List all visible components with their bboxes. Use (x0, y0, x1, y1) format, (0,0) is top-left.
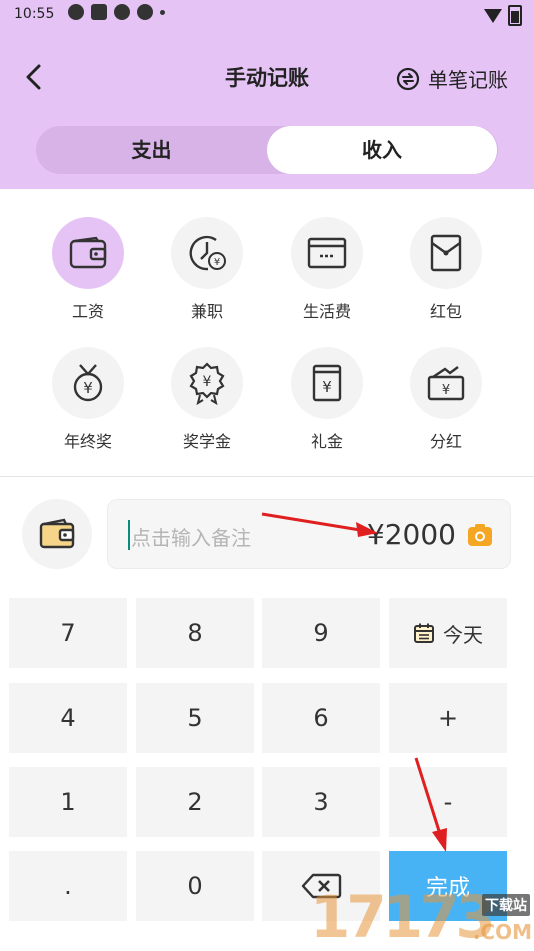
clock-yen-icon: ¥ (189, 235, 226, 271)
wallet-icon (69, 236, 107, 269)
category-label: 奖学金 (182, 432, 231, 451)
account-select-button[interactable] (22, 499, 92, 569)
watermark-number: 17173 (310, 883, 496, 951)
watermark-logo: 17173 下载站 .COM (310, 884, 534, 950)
key-4[interactable]: 4 (9, 683, 127, 753)
category-scholarship[interactable]: ¥ 奖学金 (157, 347, 257, 452)
app-notification-icon (137, 4, 153, 20)
key-8[interactable]: 8 (136, 598, 254, 668)
calendar-icon (414, 623, 434, 643)
key-plus[interactable]: + (389, 683, 507, 753)
single-entry-button[interactable]: 单笔记账 (396, 64, 508, 93)
key-5[interactable]: 5 (136, 683, 254, 753)
key-9[interactable]: 9 (262, 598, 380, 668)
category-label: 工资 (71, 302, 104, 321)
status-time: 10:55 (14, 6, 55, 22)
key-6[interactable]: 6 (262, 683, 380, 753)
category-salary[interactable]: 工资 (38, 217, 138, 322)
amount-display: ¥2000 (366, 518, 456, 551)
status-bar: 10:55 (0, 0, 534, 30)
app-notification-icon (114, 4, 130, 20)
tab-expense[interactable]: 支出 (36, 126, 267, 174)
header-area: 10:55 手动记账 单笔记账 支出 收入 (0, 0, 534, 189)
more-notifications-icon (160, 9, 165, 15)
category-label: 礼金 (310, 432, 343, 451)
key-1[interactable]: 1 (9, 767, 127, 837)
text-cursor (128, 520, 130, 550)
category-dividend[interactable]: ¥ 分红 (396, 347, 496, 452)
app-notification-icon (91, 4, 107, 20)
category-red-envelope[interactable]: 红包 (396, 217, 496, 322)
wifi-icon (484, 8, 502, 23)
category-label: 生活费 (302, 302, 351, 321)
wallet-icon (39, 518, 75, 549)
note-input-box[interactable]: 点击输入备注 ¥2000 (107, 499, 511, 569)
single-entry-label: 单笔记账 (428, 68, 508, 92)
svg-text:¥: ¥ (83, 379, 93, 397)
watermark-suffix: .COM (472, 920, 532, 944)
key-3[interactable]: 3 (262, 767, 380, 837)
key-0[interactable]: 0 (136, 851, 254, 921)
category-label: 红包 (429, 302, 462, 321)
app-notification-icon (68, 4, 84, 20)
today-label: 今天 (443, 622, 483, 647)
tab-income[interactable]: 收入 (267, 126, 497, 174)
svg-text:¥: ¥ (203, 374, 212, 390)
battery-icon (508, 5, 522, 26)
key-dot[interactable]: . (9, 851, 127, 921)
category-grid: 工资 ¥ 兼职 生活费 红包 ¥ 年终奖 ¥ 奖学金 ¥ 礼金 ¥ 分红 (0, 189, 534, 476)
category-label: 分红 (429, 432, 462, 451)
note-placeholder: 点击输入备注 (131, 526, 251, 550)
date-today-button[interactable]: 今天 (389, 598, 507, 668)
key-minus[interactable]: - (389, 767, 507, 837)
exchange-icon (396, 67, 420, 90)
category-label: 年终奖 (63, 432, 112, 451)
svg-text:¥: ¥ (322, 378, 332, 396)
key-7[interactable]: 7 (9, 598, 127, 668)
svg-text:¥: ¥ (214, 257, 220, 268)
notification-icons (68, 4, 165, 20)
camera-icon[interactable] (466, 521, 494, 549)
red-envelope-icon (430, 234, 462, 272)
category-year-end-bonus[interactable]: ¥ 年终奖 (38, 347, 138, 452)
category-label: 兼职 (190, 302, 223, 321)
svg-text:¥: ¥ (442, 383, 450, 398)
category-part-time[interactable]: ¥ 兼职 (157, 217, 257, 322)
watermark-site: 下载站 (482, 894, 530, 916)
card-icon (307, 237, 347, 269)
category-gift-money[interactable]: ¥ 礼金 (277, 347, 377, 452)
gift-money-icon: ¥ (312, 364, 342, 402)
medal-yen-icon: ¥ (73, 364, 103, 402)
badge-yen-icon: ¥ (189, 362, 225, 405)
dividend-icon: ¥ (427, 366, 465, 401)
divider (0, 476, 534, 477)
type-segment: 支出 收入 (36, 126, 498, 174)
key-2[interactable]: 2 (136, 767, 254, 837)
category-living-expense[interactable]: 生活费 (277, 217, 377, 322)
